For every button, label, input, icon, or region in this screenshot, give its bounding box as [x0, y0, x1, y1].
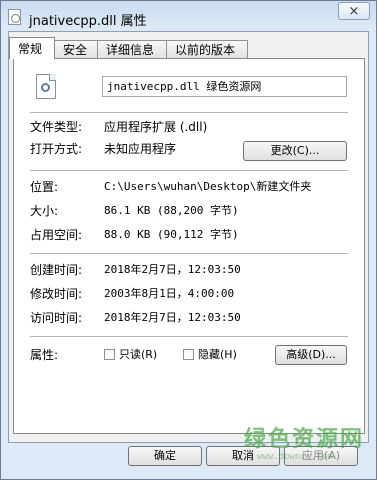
location-value: C:\Users\wuhan\Desktop\新建文件夹 [104, 180, 312, 193]
modified-value: 2003年8月1日，4:00:00 [104, 287, 235, 300]
attributes-label: 属性: [30, 348, 59, 362]
size-label: 大小: [30, 204, 59, 218]
size-on-disk-value: 88.0 KB (90,112 字节) [104, 228, 239, 241]
created-label: 创建时间: [30, 263, 83, 277]
readonly-checkbox[interactable] [104, 349, 115, 360]
close-icon: × [348, 4, 360, 19]
file-type-label: 文件类型: [30, 120, 83, 134]
open-with-label: 打开方式: [30, 142, 83, 156]
separator [30, 112, 348, 113]
open-with-value: 未知应用程序 [104, 142, 177, 156]
watermark-subtext: www.downcc.com [257, 452, 333, 462]
file-icon [36, 74, 56, 99]
close-button[interactable]: × [338, 2, 370, 20]
accessed-value: 2018年2月7日，12:03:50 [104, 311, 241, 324]
hidden-checkbox[interactable] [183, 349, 194, 360]
tab-previous-versions[interactable]: 以前的版本 [166, 40, 248, 59]
location-label: 位置: [30, 180, 59, 194]
ok-button[interactable]: 确定 [128, 446, 202, 466]
hidden-label[interactable]: 隐藏(H) [198, 348, 237, 362]
tab-general[interactable]: 常规 [9, 37, 55, 59]
created-value: 2018年2月7日，12:03:50 [104, 263, 241, 276]
separator [30, 253, 348, 254]
tab-security[interactable]: 安全 [54, 40, 98, 59]
size-value: 86.1 KB (88,200 字节) [104, 204, 239, 217]
change-button[interactable]: 更改(C)... [243, 141, 347, 161]
general-panel [13, 58, 365, 434]
separator [30, 170, 348, 171]
modified-label: 修改时间: [30, 287, 83, 301]
window-title: jnativecpp.dll 属性 [29, 14, 147, 29]
title-bar: jnativecpp.dll 属性 × [1, 1, 376, 31]
separator [30, 336, 348, 337]
dll-file-icon [8, 9, 21, 25]
readonly-label[interactable]: 只读(R) [119, 348, 157, 362]
advanced-button[interactable]: 高级(D)... [275, 345, 347, 365]
properties-window: jnativecpp.dll 属性 × 常规 安全 详细信息 以前的版本 jna… [0, 0, 377, 480]
accessed-label: 访问时间: [30, 311, 83, 325]
size-on-disk-label: 占用空间: [30, 228, 83, 242]
file-name-field[interactable]: jnativecpp.dll 绿色资源网 [102, 76, 347, 97]
tab-details[interactable]: 详细信息 [97, 40, 167, 59]
file-type-value: 应用程序扩展 (.dll) [104, 120, 208, 134]
